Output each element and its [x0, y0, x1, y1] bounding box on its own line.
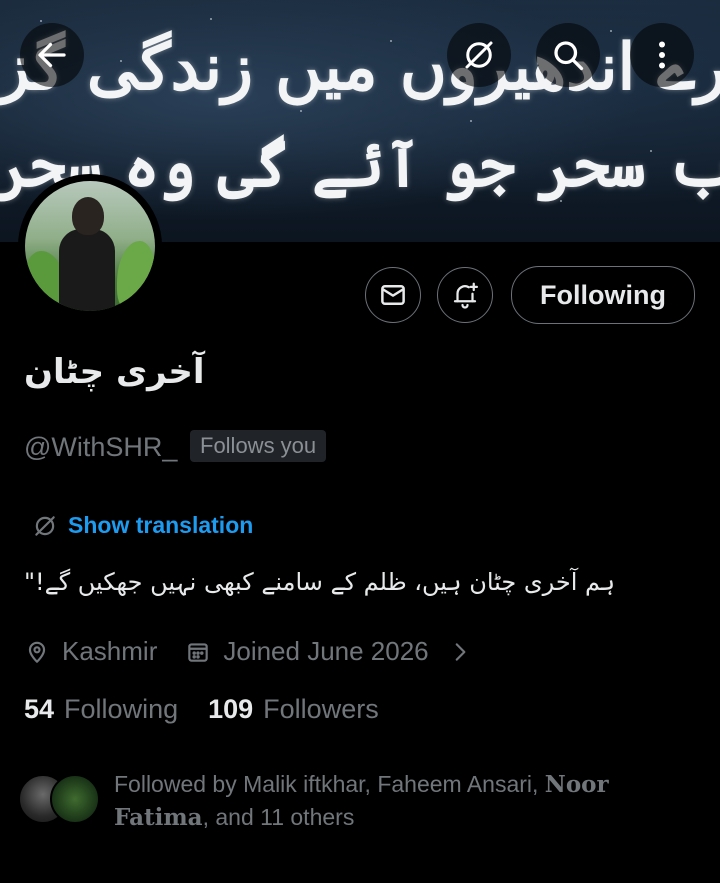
- more-vertical-icon: [659, 41, 665, 69]
- following-count-link[interactable]: 54 Following: [24, 694, 178, 725]
- joined-text: Joined June 2026: [223, 636, 429, 666]
- translate-button[interactable]: [447, 23, 511, 87]
- chevron-right-icon[interactable]: [447, 639, 473, 665]
- follow-counts: 54 Following 109 Followers: [24, 694, 379, 725]
- search-button[interactable]: [536, 23, 600, 87]
- message-button[interactable]: [365, 267, 421, 323]
- location-text: Kashmir: [62, 636, 158, 666]
- arrow-left-icon: [38, 42, 66, 68]
- follower-avatar: [50, 774, 100, 824]
- follower-avatars: [18, 774, 100, 824]
- followed-by-prefix: Followed by Malik iftkhar, Faheem Ansari…: [114, 771, 545, 797]
- following-label: Following: [64, 694, 179, 724]
- followed-by-suffix: , and 11 others: [202, 804, 355, 830]
- search-icon: [554, 41, 584, 71]
- location: Kashmir: [24, 636, 157, 667]
- more-options-button[interactable]: [630, 23, 694, 87]
- envelope-icon: [381, 285, 405, 305]
- location-pin-icon: [28, 641, 46, 663]
- following-button[interactable]: Following: [511, 266, 695, 324]
- followers-count-link[interactable]: 109 Followers: [208, 694, 379, 725]
- follows-you-badge: Follows you: [190, 430, 327, 462]
- show-translation-label: Show translation: [68, 512, 254, 538]
- avatar-image: [25, 181, 155, 311]
- display-name: آخری چٹان: [24, 352, 205, 392]
- banner-text-line-1: رے اندھیروں میں زندگی گزار: [0, 30, 720, 105]
- followers-label: Followers: [263, 694, 379, 724]
- bell-plus-icon: [453, 282, 478, 309]
- translate-off-icon: [465, 41, 493, 69]
- notifications-button[interactable]: [437, 267, 493, 323]
- joined-date[interactable]: Joined June 2026: [185, 636, 429, 667]
- back-button[interactable]: [20, 23, 84, 87]
- followed-by-text: Followed by Malik iftkhar, Faheem Ansari…: [114, 768, 704, 834]
- followers-count: 109: [208, 694, 254, 724]
- show-translation-link[interactable]: Show translation: [32, 512, 253, 539]
- calendar-icon: [188, 642, 209, 662]
- following-count: 54: [24, 694, 55, 724]
- translate-icon: [35, 515, 55, 536]
- profile-bio: ہم آخری چٹان ہیں، ظلم کے سامنے کبھی نہیں…: [24, 568, 616, 596]
- user-handle: @WithSHR_: [24, 432, 178, 462]
- profile-meta: Kashmir Joined June 2026: [24, 636, 473, 667]
- profile-avatar[interactable]: [18, 174, 162, 318]
